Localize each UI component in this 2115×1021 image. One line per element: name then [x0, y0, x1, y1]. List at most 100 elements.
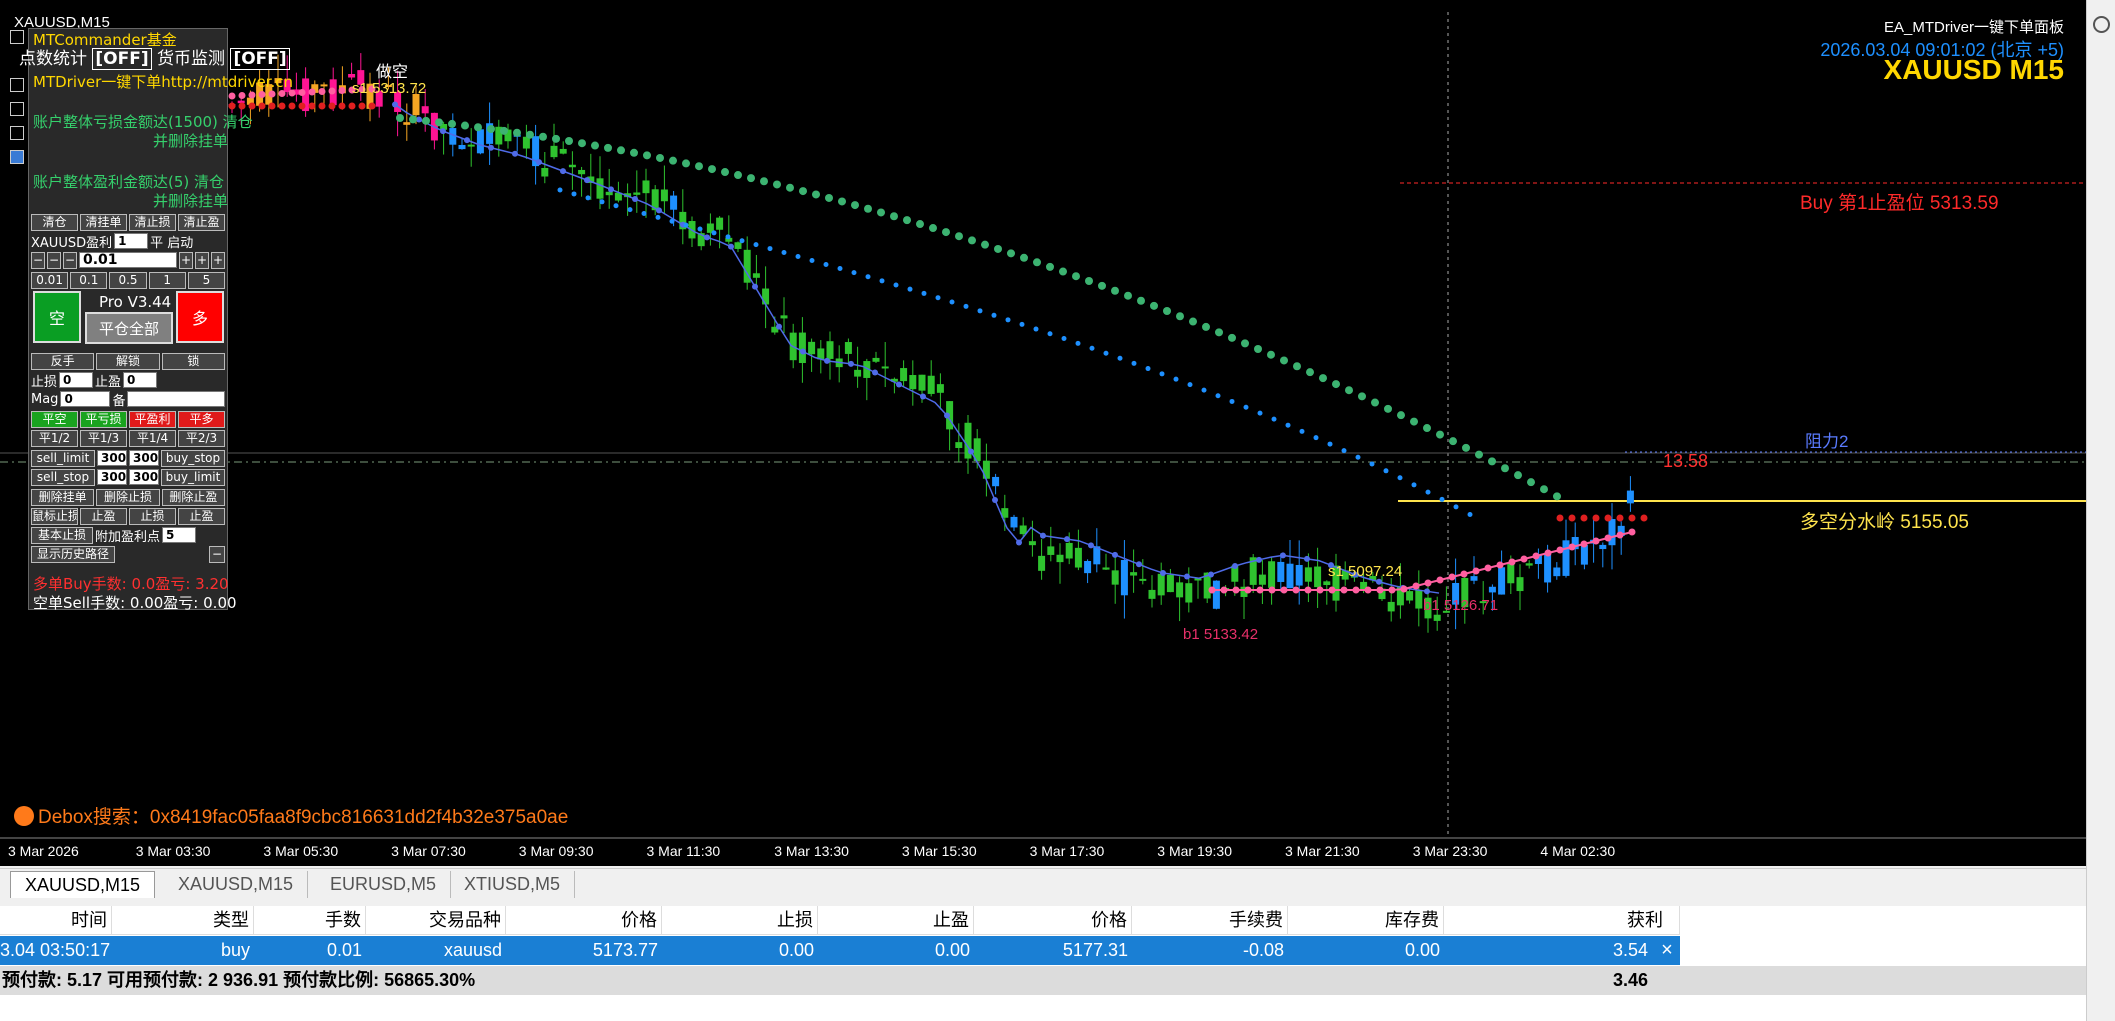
minimize-icon[interactable]: −	[209, 545, 225, 563]
column-header[interactable]: 止盈	[818, 906, 974, 935]
tool-icon[interactable]	[10, 102, 24, 116]
lot-minus-button[interactable]: −	[31, 251, 45, 269]
clear-pending-button[interactable]: 清挂单	[80, 213, 127, 231]
settings-icon[interactable]	[2093, 16, 2110, 33]
close-quarter-button[interactable]: 平1/4	[129, 429, 176, 447]
pink-dot	[1364, 586, 1372, 594]
lot-preset-button[interactable]: 0.5	[109, 271, 147, 289]
buy-limit-button[interactable]: buy_limit	[161, 468, 225, 486]
mtdriver-link[interactable]: MTDriver一键下单http://mtdriver.cn	[33, 71, 293, 92]
tool-icon[interactable]	[10, 30, 24, 44]
trend-dot-green	[1280, 356, 1288, 365]
column-header[interactable]: 时间	[0, 906, 112, 935]
buy-stop-button[interactable]: buy_stop	[161, 449, 225, 467]
trend-dot-green	[1046, 262, 1054, 271]
buy-stop-input[interactable]: 300	[129, 450, 159, 466]
delete-tp-button[interactable]: 删除止盈	[161, 488, 225, 506]
lot-plus-button[interactable]: +	[211, 251, 225, 269]
sell-button[interactable]: 空	[33, 291, 81, 343]
trend-dot-blue	[627, 207, 633, 213]
debox-search-text: Debox搜索：0x8419fac05faa8f9cbc816631dd2f4b…	[14, 802, 568, 829]
clear-sl-button[interactable]: 清止损	[129, 213, 176, 231]
reverse-button[interactable]: 反手	[31, 352, 95, 370]
trend-dot-green	[669, 156, 677, 165]
close-profit-button[interactable]: 平盈利	[129, 410, 176, 428]
close-two-thirds-button[interactable]: 平2/3	[178, 429, 225, 447]
sell-stop-input[interactable]: 300	[97, 469, 127, 485]
lot-preset-button[interactable]: 0.1	[70, 271, 108, 289]
mouse-tp-button[interactable]: 止盈	[80, 507, 127, 525]
trend-dot-green	[799, 187, 807, 196]
close-all-button[interactable]: 清仓	[31, 213, 78, 231]
column-header[interactable]: 交易品种	[366, 906, 506, 935]
candle-body	[1065, 542, 1073, 559]
tool-icon[interactable]	[10, 150, 24, 164]
tool-icon[interactable]	[10, 78, 24, 92]
sell-stop-button[interactable]: sell_stop	[31, 468, 95, 486]
clear-tp-button[interactable]: 清止盈	[178, 213, 225, 231]
extra-profit-input[interactable]: 5	[162, 527, 197, 543]
close-long-button[interactable]: 平多	[178, 410, 225, 428]
delete-pending-button[interactable]: 删除挂单	[31, 488, 95, 506]
candle-body	[1084, 560, 1092, 574]
mouse-tp2-button[interactable]: 止盈	[178, 507, 225, 525]
tp-input[interactable]: 0	[123, 372, 158, 388]
unlock-button[interactable]: 解锁	[96, 352, 160, 370]
monitor-toggle[interactable]: [OFF]	[230, 48, 290, 70]
pink-dot	[1568, 543, 1576, 551]
red-dot	[1628, 514, 1636, 522]
tab-xauusd-m15-2[interactable]: XAUUSD,M15	[164, 871, 309, 898]
column-header[interactable]: 止损	[662, 906, 818, 935]
mouse-sl2-button[interactable]: 止损	[129, 507, 176, 525]
column-header[interactable]: 价格	[974, 906, 1132, 935]
trend-dot-green	[1150, 301, 1158, 310]
tool-icon[interactable]	[10, 126, 24, 140]
lot-preset-button[interactable]: 1	[148, 271, 186, 289]
x-tick-label: 3 Mar 21:30	[1285, 843, 1360, 859]
lot-minus-button[interactable]: −	[63, 251, 77, 269]
tab-eurusd-m5[interactable]: EURUSD,M5	[316, 871, 452, 898]
moving-average-dot	[1016, 539, 1022, 546]
pink-dot	[1256, 586, 1264, 594]
sell-limit-button[interactable]: sell_limit	[31, 449, 95, 467]
table-row[interactable]: 3.04 03:50:17 buy 0.01 xauusd 5173.77 0.…	[0, 936, 1680, 965]
close-all-positions-button[interactable]: 平仓全部	[85, 312, 173, 344]
symbol-profit-input[interactable]: 1	[114, 233, 149, 249]
lot-preset-button[interactable]: 5	[187, 271, 226, 289]
note-input[interactable]	[127, 391, 225, 407]
close-third-button[interactable]: 平1/3	[80, 429, 127, 447]
candle-body	[1028, 541, 1036, 546]
lot-minus-button[interactable]: −	[47, 251, 61, 269]
buy-button[interactable]: 多	[176, 291, 224, 343]
column-header[interactable]: 类型	[112, 906, 254, 935]
moving-average-dot	[632, 196, 638, 202]
tab-xauusd-m15[interactable]: XAUUSD,M15	[10, 871, 156, 898]
show-history-button[interactable]: 显示历史路径	[31, 545, 115, 563]
lot-plus-button[interactable]: +	[195, 251, 209, 269]
stats-toggle[interactable]: [OFF]	[92, 48, 152, 70]
close-half-button[interactable]: 平1/2	[31, 429, 78, 447]
sl-input[interactable]: 0	[59, 372, 94, 388]
close-position-icon[interactable]: ×	[1655, 936, 1679, 965]
column-header[interactable]: 库存费	[1288, 906, 1444, 935]
price-chart[interactable]: XAUUSD,M15 EA_MTDriver一键下单面板 2026.03.04 …	[0, 0, 2086, 866]
column-header[interactable]: 手续费	[1132, 906, 1288, 935]
lock-button[interactable]: 锁	[161, 352, 225, 370]
lot-preset-button[interactable]: 0.01	[31, 271, 69, 289]
delete-sl-button[interactable]: 删除止损	[96, 488, 160, 506]
tab-xtiusd-m5[interactable]: XTIUSD,M5	[450, 871, 576, 898]
mouse-sl-button[interactable]: 鼠标止损	[31, 507, 78, 525]
lot-plus-button[interactable]: +	[179, 251, 193, 269]
lot-size-input[interactable]: 0.01	[79, 252, 177, 268]
candle-body	[1139, 578, 1147, 581]
buy-limit-input[interactable]: 300	[129, 469, 159, 485]
vertical-scrollbar[interactable]	[2086, 0, 2115, 1021]
sell-limit-input[interactable]: 300	[97, 450, 127, 466]
column-header[interactable]: 获利	[1444, 906, 1680, 935]
close-loss-button[interactable]: 平亏损	[80, 410, 127, 428]
column-header[interactable]: 手数	[254, 906, 366, 935]
close-short-button[interactable]: 平空	[31, 410, 78, 428]
column-header[interactable]: 价格	[506, 906, 662, 935]
magic-input[interactable]: 0	[60, 391, 111, 407]
base-sl-button[interactable]: 基本止损	[31, 526, 93, 544]
